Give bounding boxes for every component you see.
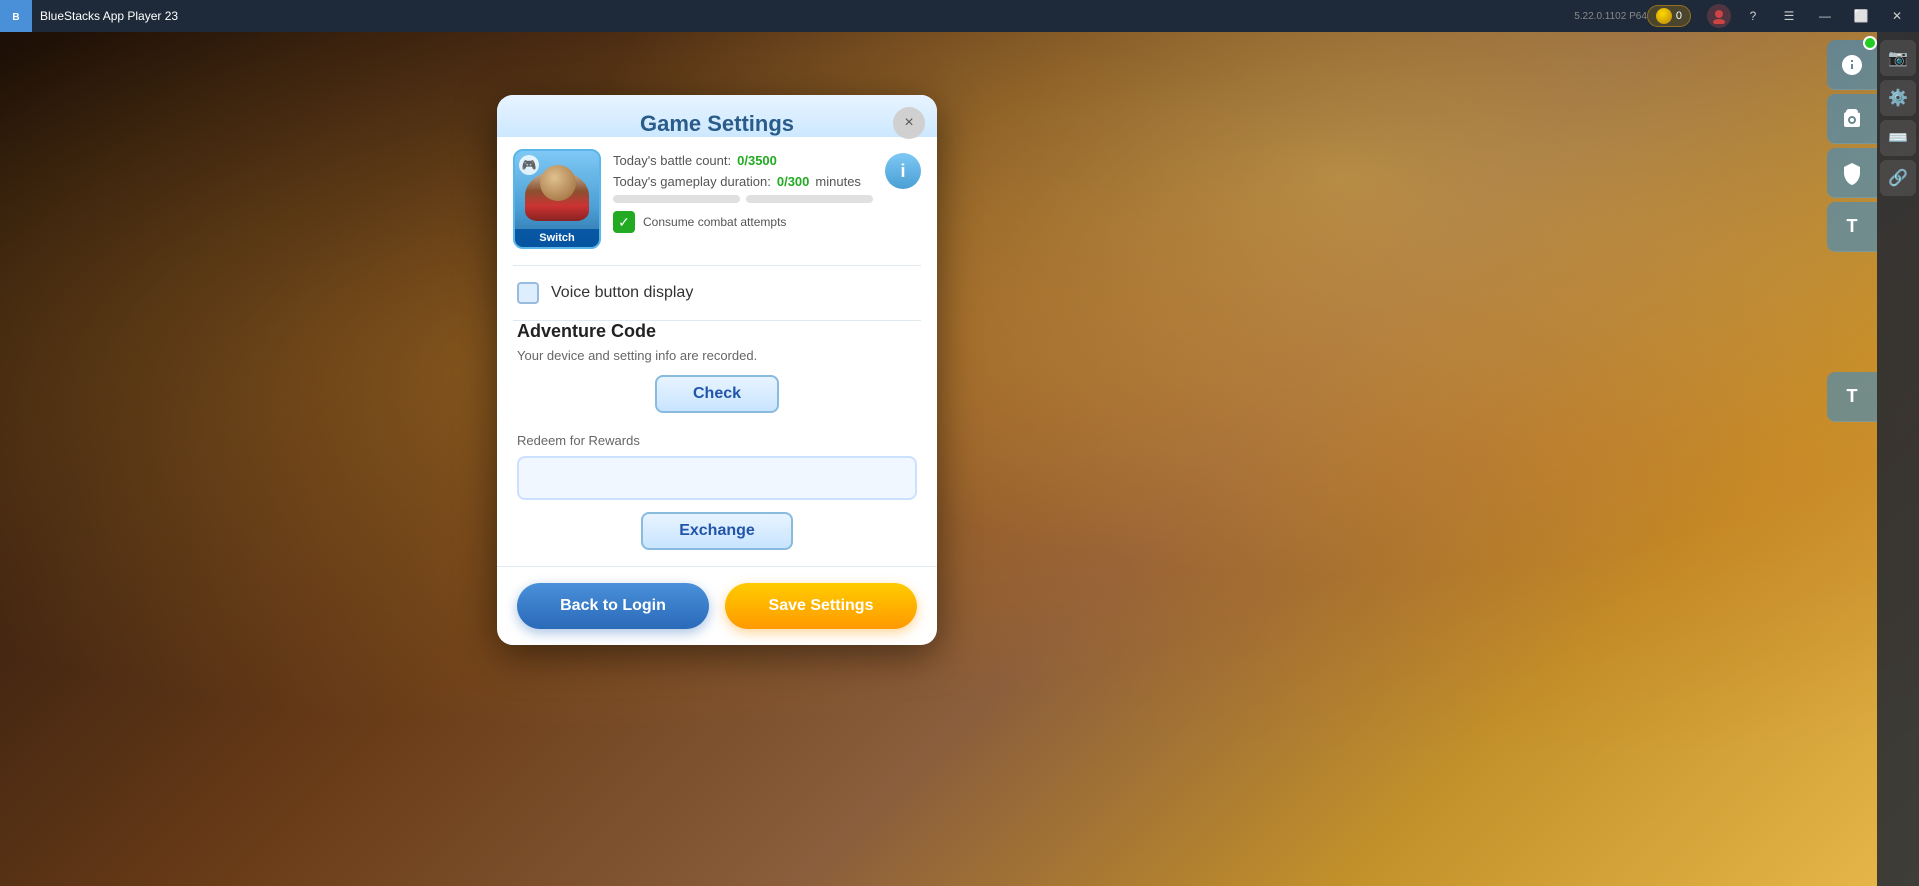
game-background xyxy=(0,0,1919,886)
menu-btn[interactable]: ☰ xyxy=(1775,2,1803,30)
minimize-btn[interactable]: — xyxy=(1811,2,1839,30)
dialog-close-btn[interactable]: × xyxy=(893,107,925,139)
redeem-input[interactable] xyxy=(517,456,917,500)
coin-icon xyxy=(1656,8,1672,24)
game-panel-t1[interactable]: T xyxy=(1827,202,1877,252)
game-panel-camera[interactable] xyxy=(1827,94,1877,144)
adventure-code-title: Adventure Code xyxy=(517,321,917,342)
duration-unit: minutes xyxy=(815,174,861,189)
avatar-btn[interactable] xyxy=(1707,4,1731,28)
sidebar-share-btn[interactable]: 🔗 xyxy=(1880,160,1916,196)
battle-progress-bar xyxy=(613,195,740,203)
duration-label: Today's gameplay duration: xyxy=(613,174,771,189)
game-panel-shield[interactable] xyxy=(1827,148,1877,198)
redeem-label: Redeem for Rewards xyxy=(517,433,917,448)
svg-text:B: B xyxy=(12,12,19,23)
character-card[interactable]: 🎮 Switch xyxy=(513,149,601,249)
save-settings-button[interactable]: Save Settings xyxy=(725,583,917,629)
dialog-header: Game Settings × xyxy=(497,95,937,137)
adventure-code-desc: Your device and setting info are recorde… xyxy=(517,348,917,363)
info-btn[interactable]: i xyxy=(885,153,921,189)
sidebar-keyboard-btn[interactable]: ⌨️ xyxy=(1880,120,1916,156)
app-name: BlueStacks App Player 23 xyxy=(40,9,1570,23)
battle-count-value: 0/3500 xyxy=(737,153,777,168)
game-panel-t2[interactable]: T xyxy=(1827,372,1877,422)
duration-row: Today's gameplay duration: 0/300 minutes xyxy=(613,174,873,189)
adventure-code-section: Adventure Code Your device and setting i… xyxy=(497,321,937,566)
check-button[interactable]: Check xyxy=(655,375,779,413)
game-side-panels: T T xyxy=(1827,32,1877,422)
sidebar-settings-btn[interactable]: ⚙️ xyxy=(1880,80,1916,116)
consume-check-icon: ✓ xyxy=(613,211,635,233)
dialog-title: Game Settings xyxy=(517,111,917,137)
duration-progress-bar xyxy=(746,195,873,203)
sidebar-screenshot-btn[interactable]: 📷 xyxy=(1880,40,1916,76)
app-version: 5.22.0.1102 P64 xyxy=(1574,11,1647,22)
consume-label: Consume combat attempts xyxy=(643,215,786,229)
duration-value: 0/300 xyxy=(777,174,810,189)
battle-count-row: Today's battle count: 0/3500 xyxy=(613,153,873,168)
voice-section: Voice button display xyxy=(497,266,937,320)
voice-checkbox[interactable] xyxy=(517,282,539,304)
char-card-icon: 🎮 xyxy=(519,155,539,175)
restore-btn[interactable]: ⬜ xyxy=(1847,2,1875,30)
app-logo: B xyxy=(0,0,32,32)
voice-label: Voice button display xyxy=(551,284,693,302)
dialog-footer: Back to Login Save Settings xyxy=(497,566,937,645)
right-sidebar: 📷 ⚙️ ⌨️ 🔗 xyxy=(1877,32,1919,886)
notification-dot xyxy=(1863,36,1877,50)
coin-display: 0 xyxy=(1647,5,1691,27)
back-to-login-button[interactable]: Back to Login xyxy=(517,583,709,629)
titlebar: B BlueStacks App Player 23 5.22.0.1102 P… xyxy=(0,0,1919,32)
exchange-button[interactable]: Exchange xyxy=(641,512,793,550)
battle-count-label: Today's battle count: xyxy=(613,153,731,168)
help-btn[interactable]: ? xyxy=(1739,2,1767,30)
game-settings-dialog: Game Settings × 🎮 Switch Today's battle … xyxy=(497,95,937,645)
coin-count: 0 xyxy=(1676,10,1682,22)
stats-section: Today's battle count: 0/3500 Today's gam… xyxy=(613,149,873,233)
consume-row: ✓ Consume combat attempts xyxy=(613,211,873,233)
close-btn[interactable]: ✕ xyxy=(1883,2,1911,30)
char-stats-section: 🎮 Switch Today's battle count: 0/3500 To… xyxy=(497,149,937,265)
char-label: Switch xyxy=(515,229,599,247)
